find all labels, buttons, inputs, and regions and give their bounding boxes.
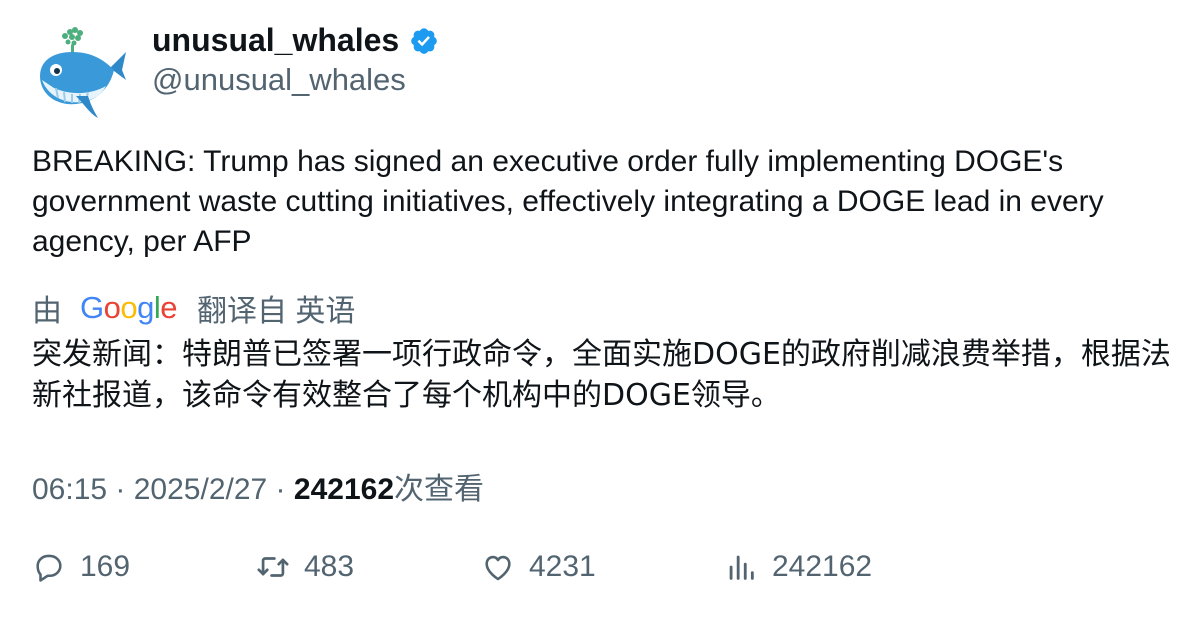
google-logo[interactable]: Google [80, 290, 178, 326]
like-count: 4231 [529, 550, 596, 583]
tweet-text: BREAKING: Trump has signed an executive … [32, 145, 1104, 258]
tweet-meta: 06:15 · 2025/2/27 · 242162次查看 [32, 464, 484, 508]
reply-count: 169 [80, 550, 131, 583]
views-label: 次查看 [394, 473, 484, 506]
translated-text: 突发新闻：特朗普已签署一项行政命令，全面实施DOGE的政府削减浪费举措，根据法新… [32, 337, 1171, 413]
action-bar: 169 483 4231 242162 [32, 550, 1172, 594]
translation-attribution: 由 Google 翻译自 英语 [32, 286, 355, 330]
verified-badge-icon [411, 27, 437, 54]
translation-prefix: 由 [32, 295, 62, 328]
translation-suffix[interactable]: 翻译自 英语 [197, 286, 355, 330]
retweet-button[interactable]: 483 [256, 550, 354, 584]
tweet-date[interactable]: 2025/2/27 [134, 473, 267, 506]
tweet-time[interactable]: 06:15 [32, 473, 107, 506]
views-action-count: 242162 [772, 550, 873, 583]
display-name[interactable]: unusual_whales [152, 22, 399, 59]
meta-separator: · [267, 473, 294, 506]
meta-separator: · [107, 473, 134, 506]
whale-avatar-icon [40, 27, 126, 118]
avatar[interactable] [32, 24, 128, 120]
heart-icon [485, 555, 511, 581]
analytics-icon [729, 555, 754, 580]
author-handle[interactable]: @unusual_whales [152, 62, 406, 98]
retweet-count: 483 [304, 550, 355, 583]
views-count: 242162 [293, 473, 394, 506]
author-name-row: unusual_whales [152, 22, 439, 59]
reply-icon [36, 554, 62, 582]
views-button[interactable]: 242162 [724, 550, 872, 584]
reply-button[interactable]: 169 [32, 550, 130, 584]
retweet-icon [257, 557, 289, 577]
like-button[interactable]: 4231 [481, 550, 596, 584]
